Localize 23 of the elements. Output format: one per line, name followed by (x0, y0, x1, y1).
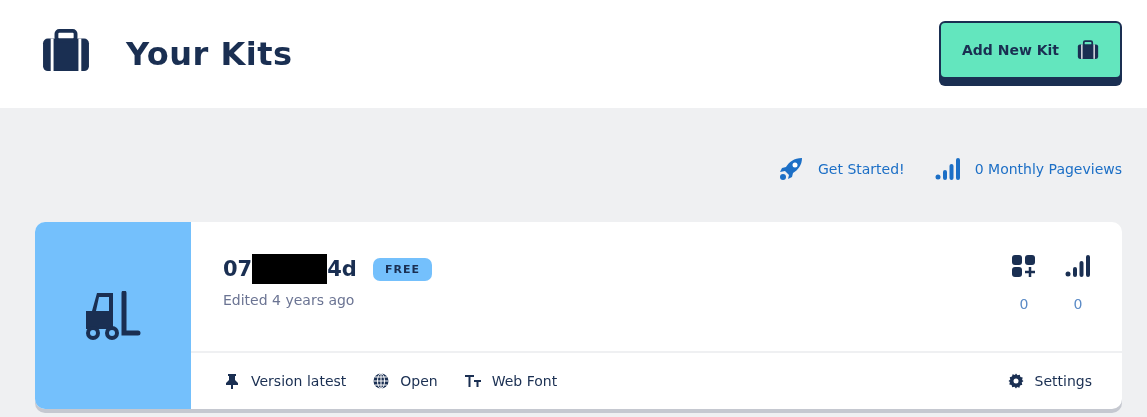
link[interactable]: 0 Monthly Pageviews (934, 156, 1122, 182)
stat-value: 0 (1073, 296, 1083, 312)
link[interactable]: Get Started! (778, 156, 905, 182)
kit-name: 4d (327, 257, 357, 281)
suitcase-icon (1077, 40, 1100, 60)
signal-icon (934, 157, 961, 181)
add-grid-icon (1011, 254, 1037, 278)
kit-action-link[interactable]: Web Font (463, 373, 558, 389)
plan-badge: FREE (372, 257, 432, 281)
settings-link[interactable]: Settings (1006, 373, 1092, 389)
suitcase-icon (40, 29, 92, 73)
globe-icon (372, 373, 391, 389)
kit-name: 07 (223, 257, 253, 281)
kit-action-link[interactable]: Open (372, 373, 438, 389)
edited-time: Edited 4 years ago (223, 292, 356, 308)
pin-icon (223, 373, 241, 389)
stat-value: 0 (1019, 296, 1029, 312)
settings-icon (1006, 373, 1025, 389)
rocket-icon (778, 157, 804, 181)
signal-icon (1065, 254, 1091, 278)
page-title: Your Kits (126, 35, 294, 73)
text-size-icon (463, 373, 482, 389)
kit-action-link[interactable]: Version latest (223, 373, 347, 389)
